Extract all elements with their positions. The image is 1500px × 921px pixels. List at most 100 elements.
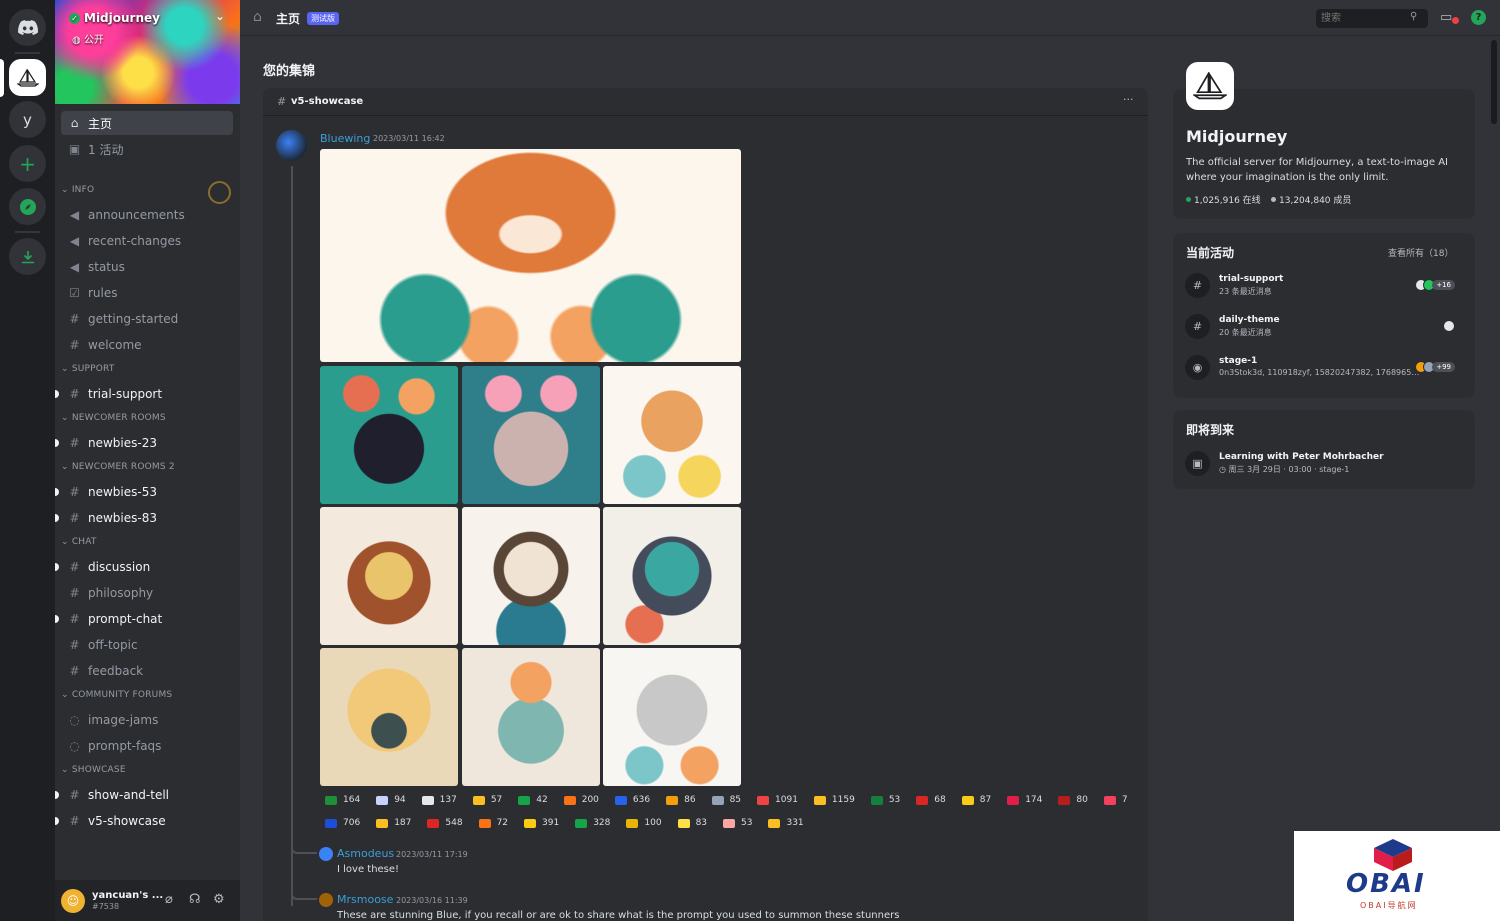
channel-newbies-83[interactable]: # newbies-83 bbox=[61, 506, 233, 530]
channel-v5-showcase[interactable]: # v5-showcase bbox=[61, 809, 233, 833]
reaction-button[interactable]: 85 bbox=[706, 791, 747, 809]
artwork-hyena[interactable] bbox=[320, 648, 458, 786]
reaction-emoji-icon bbox=[325, 818, 337, 828]
activity-item[interactable]: ◉ stage-1 0n3Stok3d, 110918zyf, 15820247… bbox=[1185, 352, 1465, 386]
reaction-button[interactable]: 706 bbox=[319, 814, 366, 832]
reaction-button[interactable]: 42 bbox=[512, 791, 553, 809]
channel-label: rules bbox=[88, 286, 118, 300]
artwork-lion[interactable] bbox=[320, 507, 458, 645]
midjourney-server-button[interactable] bbox=[9, 59, 46, 96]
user-info[interactable]: yancuan's ... #7538 bbox=[92, 890, 163, 912]
author-avatar[interactable] bbox=[276, 130, 307, 161]
channel-discussion[interactable]: # discussion bbox=[61, 555, 233, 579]
reaction-button[interactable]: 83 bbox=[672, 814, 713, 832]
server-y-button[interactable]: y bbox=[9, 101, 46, 138]
channel-show-and-tell[interactable]: # show-and-tell bbox=[61, 783, 233, 807]
activity-item[interactable]: # daily-theme 20 条最近消息 bbox=[1185, 311, 1465, 345]
reaction-button[interactable]: 87 bbox=[956, 791, 997, 809]
reaction-button[interactable]: 200 bbox=[558, 791, 605, 809]
reaction-button[interactable]: 68 bbox=[910, 791, 951, 809]
artwork-corgi[interactable] bbox=[603, 366, 741, 504]
channel-getting-started[interactable]: # getting-started bbox=[61, 307, 233, 331]
channel-announcements[interactable]: ◀ announcements bbox=[61, 203, 233, 227]
download-apps-button[interactable] bbox=[9, 238, 46, 275]
reaction-button[interactable]: 636 bbox=[609, 791, 656, 809]
channel-off-topic[interactable]: # off-topic bbox=[61, 633, 233, 657]
server-header[interactable]: ✓ Midjourney bbox=[69, 11, 160, 25]
artwork-elephant[interactable] bbox=[603, 648, 741, 786]
headphones-icon[interactable]: ☊ bbox=[189, 892, 201, 907]
category-header[interactable]: ⌄ NEWCOMER ROOMS bbox=[61, 413, 166, 423]
scrollbar[interactable] bbox=[1491, 40, 1497, 124]
reaction-button[interactable]: 53 bbox=[717, 814, 758, 832]
channel-image-jams[interactable]: ◌ image-jams bbox=[61, 708, 233, 732]
settings-gear-icon[interactable]: ⚙ bbox=[213, 892, 225, 907]
reaction-button[interactable]: 57 bbox=[467, 791, 508, 809]
activity-item[interactable]: # trial-support 23 条最近消息 +16 bbox=[1185, 270, 1465, 304]
reply-avatar[interactable] bbox=[319, 847, 333, 861]
artwork-panther[interactable] bbox=[320, 366, 458, 504]
post-card-header[interactable]: # v5-showcase ··· bbox=[263, 88, 1148, 116]
channel-feedback[interactable]: # feedback bbox=[61, 659, 233, 683]
mic-muted-icon[interactable]: ⌀ bbox=[165, 892, 173, 907]
category-label: SHOWCASE bbox=[71, 765, 126, 775]
artwork-deer[interactable] bbox=[462, 648, 600, 786]
reaction-button[interactable]: 548 bbox=[421, 814, 468, 832]
artwork-fox-header[interactable] bbox=[320, 149, 741, 362]
artwork-bear[interactable] bbox=[462, 366, 600, 504]
channel-welcome[interactable]: # welcome bbox=[61, 333, 233, 357]
reaction-button[interactable]: 391 bbox=[518, 814, 565, 832]
channel-newbies-23[interactable]: # newbies-23 bbox=[61, 431, 233, 455]
reply-author[interactable]: Asmodeus bbox=[337, 847, 394, 860]
reaction-button[interactable]: 174 bbox=[1001, 791, 1048, 809]
event-item[interactable]: ▣ Learning with Peter Mohrbacher ◷ 周三 3月… bbox=[1185, 448, 1465, 482]
reaction-button[interactable]: 86 bbox=[660, 791, 701, 809]
channel-rules[interactable]: ☑ rules bbox=[61, 281, 233, 305]
reply-avatar[interactable] bbox=[319, 893, 333, 907]
reaction-button[interactable]: 164 bbox=[319, 791, 366, 809]
reaction-button[interactable]: 137 bbox=[416, 791, 463, 809]
message-author[interactable]: Bluewing bbox=[320, 132, 370, 145]
reaction-button[interactable]: 1091 bbox=[751, 791, 804, 809]
category-header[interactable]: ⌄ SUPPORT bbox=[61, 364, 115, 374]
category-header[interactable]: ⌄ INFO bbox=[61, 185, 94, 195]
reaction-button[interactable]: 331 bbox=[762, 814, 809, 832]
channel-newbies-53[interactable]: # newbies-53 bbox=[61, 480, 233, 504]
avatar[interactable]: ☺ bbox=[61, 888, 85, 913]
member-dot-icon bbox=[1271, 197, 1276, 202]
channel-trial-support[interactable]: # trial-support bbox=[61, 382, 233, 406]
reply-author[interactable]: Mrsmoose bbox=[337, 893, 393, 906]
artwork-wolf[interactable] bbox=[603, 507, 741, 645]
category-header[interactable]: ⌄ SHOWCASE bbox=[61, 765, 126, 775]
reaction-button[interactable]: 53 bbox=[865, 791, 906, 809]
reaction-button[interactable]: 7 bbox=[1098, 791, 1134, 809]
reaction-button[interactable]: 187 bbox=[370, 814, 417, 832]
view-all-link[interactable]: 查看所有（18） bbox=[1388, 246, 1453, 259]
chevron-down-icon[interactable]: ⌄ bbox=[215, 9, 225, 23]
more-options-icon[interactable]: ··· bbox=[1123, 93, 1134, 106]
channel-recent-changes[interactable]: ◀ recent-changes bbox=[61, 229, 233, 253]
channel-philosophy[interactable]: # philosophy bbox=[61, 581, 233, 605]
explore-servers-button[interactable] bbox=[9, 188, 46, 225]
nav-home-label: 主页 bbox=[88, 116, 113, 131]
nav-home[interactable]: ⌂ 主页 bbox=[61, 111, 233, 135]
artwork-siamese-cat[interactable] bbox=[462, 507, 600, 645]
reaction-button[interactable]: 72 bbox=[473, 814, 514, 832]
nav-events[interactable]: ▣ 1 活动 bbox=[61, 137, 233, 161]
reaction-button[interactable]: 1159 bbox=[808, 791, 861, 809]
category-header[interactable]: ⌄ NEWCOMER ROOMS 2 bbox=[61, 462, 175, 472]
reaction-button[interactable]: 80 bbox=[1052, 791, 1093, 809]
inbox-icon[interactable]: ▭ bbox=[1440, 10, 1452, 25]
chevron-down-icon: ⌄ bbox=[61, 364, 72, 374]
reaction-button[interactable]: 328 bbox=[569, 814, 616, 832]
add-server-button[interactable]: + bbox=[9, 145, 46, 182]
reaction-button[interactable]: 94 bbox=[370, 791, 411, 809]
discord-home-button[interactable] bbox=[9, 9, 46, 46]
channel-prompt-faqs[interactable]: ◌ prompt-faqs bbox=[61, 734, 233, 758]
reaction-button[interactable]: 100 bbox=[620, 814, 667, 832]
channel-status[interactable]: ◀ status bbox=[61, 255, 233, 279]
channel-prompt-chat[interactable]: # prompt-chat bbox=[61, 607, 233, 631]
help-icon[interactable]: ? bbox=[1471, 10, 1486, 25]
category-header[interactable]: ⌄ COMMUNITY FORUMS bbox=[61, 690, 172, 700]
category-header[interactable]: ⌄ CHAT bbox=[61, 537, 97, 547]
